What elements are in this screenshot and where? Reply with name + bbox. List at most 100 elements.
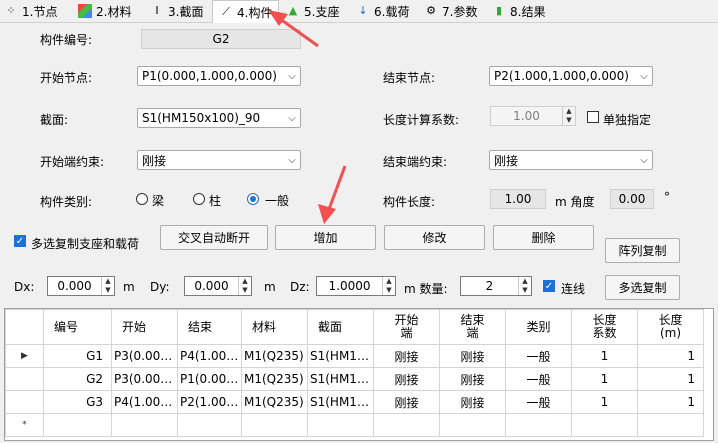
start-node-value: P1(0.000,1.000,0.000) [142,69,277,83]
table-cell[interactable]: 1 [571,367,638,391]
tab-members[interactable]: ⟋ 4.构件 [212,0,280,23]
cross-auto-break-button[interactable]: 交叉自动断开 [160,225,268,250]
section-select[interactable]: S1(HM150x100)_90 ⌵ [137,108,301,128]
array-copy-button[interactable]: 阵列复制 [605,238,680,263]
add-button[interactable]: 增加 [275,225,376,250]
column-header[interactable]: 类别 [505,309,572,345]
chain-checkbox[interactable]: ✓ [543,280,555,292]
tab-sections[interactable]: Ⅰ 3.截面 [150,1,203,21]
table-row[interactable]: ▶ G1 P3(0.00… P4(1.00… M1(Q235) S1(HM1… … [5,344,704,368]
table-cell[interactable] [439,413,506,437]
table-cell[interactable]: 1 [637,390,704,414]
table-cell[interactable]: M1(Q235) [241,344,308,368]
tab-loads[interactable]: ↓ 6.载荷 [356,1,409,21]
column-header[interactable]: 开始 端 [373,309,440,345]
table-cell[interactable]: G1 [43,344,112,368]
separate-checkbox[interactable] [587,111,599,123]
table-cell[interactable]: P1(0.00… [177,367,242,391]
count-input[interactable]: 2 ▲ ▼ [460,276,532,296]
check-icon: ✓ [15,236,25,247]
table-cell[interactable] [571,413,638,437]
end-constraint-select[interactable]: 刚接 ⌵ [489,150,653,170]
table-cell[interactable]: M1(Q235) [241,367,308,391]
column-header[interactable]: 材料 [241,309,308,345]
table-cell[interactable] [637,413,704,437]
tab-supports[interactable]: ▲ 5.支座 [286,1,340,21]
table-new-row[interactable]: * [5,413,704,437]
table-cell[interactable] [241,413,308,437]
table-cell[interactable]: 一般 [505,390,572,414]
member-id-field[interactable]: G2 [141,29,301,49]
table-cell[interactable]: G2 [43,367,112,391]
tab-materials[interactable]: 2.材料 [78,1,131,21]
table-cell[interactable]: P4(1.00… [177,344,242,368]
angle-label: m 角度 [555,195,595,209]
multi-copy-support-checkbox[interactable]: ✓ [14,235,26,247]
table-cell[interactable]: G3 [43,390,112,414]
table-cell[interactable]: 一般 [505,344,572,368]
spin-arrows-icon: ▲ ▼ [518,277,531,295]
table-row[interactable]: G2 P3(0.00… P1(0.00… M1(Q235) S1(HM1… 刚接… [5,367,704,391]
dz-input[interactable]: 1.0000 ▲ ▼ [316,276,396,296]
table-cell[interactable] [43,413,112,437]
row-header[interactable] [5,390,44,414]
column-header[interactable]: 长度 (m) [637,309,704,345]
length-factor-input[interactable]: 1.00 ▲ ▼ [490,106,576,126]
type-general-radio[interactable] [247,193,259,205]
column-header[interactable]: 结束 端 [439,309,506,345]
member-length-field[interactable]: 1.00 [490,189,546,209]
table-cell[interactable]: 刚接 [439,390,506,414]
dx-unit: m [123,280,135,294]
table-cell[interactable]: 1 [571,344,638,368]
tab-results[interactable]: ▮ 8.结果 [492,1,545,21]
results-icon: ▮ [495,4,503,17]
column-header[interactable]: 截面 [307,309,374,345]
degree-symbol: ° [664,190,670,204]
angle-field[interactable]: 0.00 [610,189,654,209]
new-row-asterisk-icon[interactable]: * [5,413,44,437]
end-node-select[interactable]: P2(1.000,1.000,0.000) ⌵ [489,66,653,86]
column-header[interactable]: 结束 [177,309,242,345]
tab-nodes[interactable]: ⁘ 1.节点 [4,1,57,21]
current-row-indicator-icon[interactable]: ▶ [5,344,44,368]
type-beam-radio[interactable] [136,193,148,205]
table-cell[interactable]: 1 [571,390,638,414]
tab-params[interactable]: ⚙ 7.参数 [424,1,477,21]
table-cell[interactable]: M1(Q235) [241,390,308,414]
table-cell[interactable]: S1(HM1… [307,390,374,414]
dx-input[interactable]: 0.000 ▲ ▼ [47,276,115,296]
table-cell[interactable] [307,413,374,437]
column-header[interactable]: 开始 [111,309,178,345]
table-cell[interactable]: 刚接 [373,390,440,414]
multi-copy-button[interactable]: 多选复制 [605,275,680,300]
table-cell[interactable]: 刚接 [439,344,506,368]
start-node-select[interactable]: P1(0.000,1.000,0.000) ⌵ [137,66,301,86]
end-node-label: 结束节点: [383,71,436,85]
table-cell[interactable] [505,413,572,437]
table-cell[interactable]: 刚接 [373,367,440,391]
table-cell[interactable]: P4(1.00… [111,390,178,414]
delete-button[interactable]: 删除 [493,225,594,250]
table-cell[interactable] [111,413,178,437]
column-header[interactable]: 编号 [43,309,112,345]
table-cell[interactable]: 刚接 [439,367,506,391]
table-cell[interactable]: 一般 [505,367,572,391]
table-cell[interactable]: 1 [637,367,704,391]
dy-input[interactable]: 0.000 ▲ ▼ [184,276,252,296]
table-cell[interactable]: P3(0.00… [111,367,178,391]
table-cell[interactable]: S1(HM1… [307,367,374,391]
table-cell[interactable]: P2(1.00… [177,390,242,414]
type-beam-label: 梁 [152,194,165,208]
table-cell[interactable]: P3(0.00… [111,344,178,368]
table-row[interactable]: G3 P4(1.00… P2(1.00… M1(Q235) S1(HM1… 刚接… [5,390,704,414]
table-cell[interactable]: S1(HM1… [307,344,374,368]
table-cell[interactable]: 1 [637,344,704,368]
start-constraint-select[interactable]: 刚接 ⌵ [137,150,301,170]
modify-button[interactable]: 修改 [384,225,485,250]
row-header[interactable] [5,367,44,391]
table-cell[interactable]: 刚接 [373,344,440,368]
table-cell[interactable] [177,413,242,437]
table-cell[interactable] [373,413,440,437]
column-header[interactable]: 长度 系数 [571,309,638,345]
type-column-radio[interactable] [193,193,205,205]
